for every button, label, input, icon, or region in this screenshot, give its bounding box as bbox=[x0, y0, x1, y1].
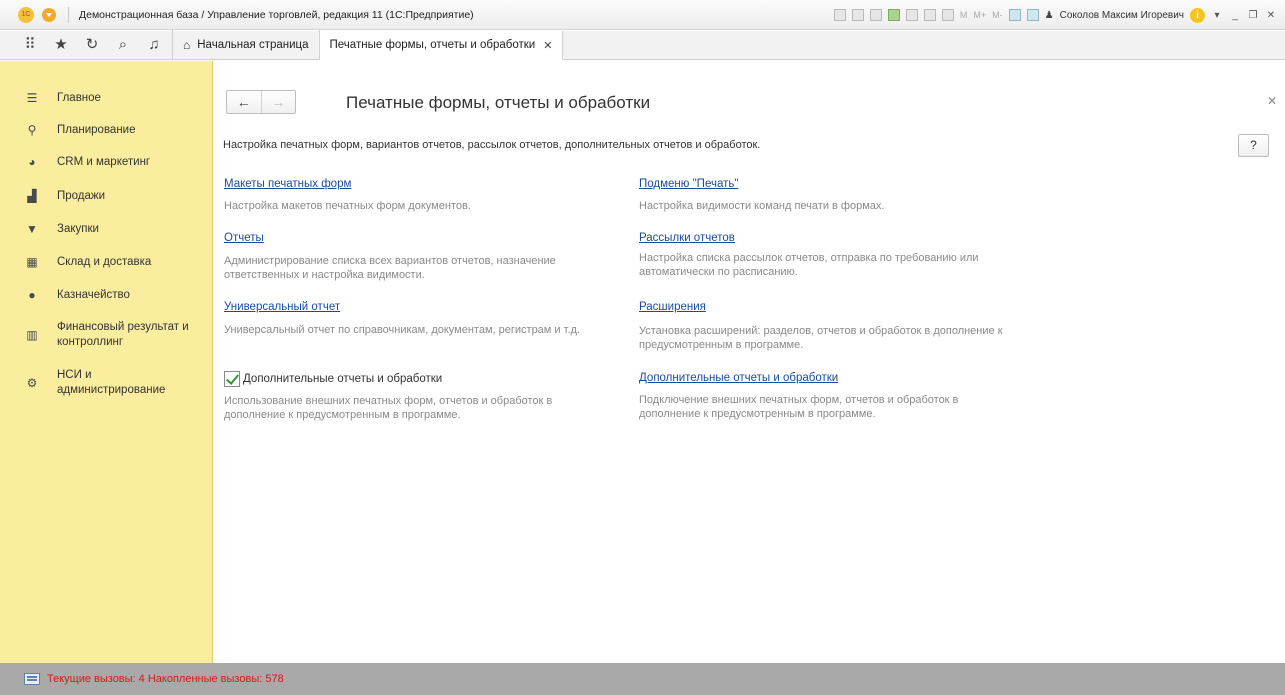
sidebar-item-label: Продажи bbox=[57, 190, 106, 202]
sidebar-item-label: Закупки bbox=[57, 223, 99, 235]
sidebar-item-label: Казначейство bbox=[57, 289, 130, 301]
note-extensions: Установка расширений: разделов, отчетов … bbox=[639, 325, 1003, 351]
link-additional-reports[interactable]: Дополнительные отчеты и обработки bbox=[639, 372, 838, 384]
tab-print-forms-label: Печатные формы, отчеты и обработки bbox=[329, 39, 536, 51]
restore-button[interactable]: ❐ bbox=[1247, 10, 1259, 21]
additional-reports-checkbox-label[interactable]: Дополнительные отчеты и обработки bbox=[243, 373, 442, 385]
minimize-button[interactable]: _ bbox=[1229, 10, 1241, 21]
main-content: ← → Печатные формы, отчеты и обработки ✕… bbox=[214, 61, 1285, 663]
cart-icon: ▼ bbox=[26, 222, 38, 236]
link-print-form-templates[interactable]: Макеты печатных форм bbox=[224, 178, 351, 190]
memory-subtract-button[interactable]: M- bbox=[992, 10, 1003, 20]
favorites-star-icon[interactable]: ★ bbox=[53, 36, 69, 53]
bag-icon: ▟ bbox=[27, 189, 37, 203]
main-menu-button[interactable] bbox=[42, 7, 56, 22]
calculator-icon[interactable] bbox=[923, 9, 936, 21]
sidebar-item-main[interactable]: ☰ Главное bbox=[0, 91, 213, 106]
coin-icon: ● bbox=[28, 288, 36, 302]
page-description: Настройка печатных форм, вариантов отчет… bbox=[223, 139, 761, 151]
print-icon[interactable] bbox=[851, 9, 864, 21]
link-extensions[interactable]: Расширения bbox=[639, 301, 706, 313]
additional-reports-checkbox-row[interactable]: Дополнительные отчеты и обработки bbox=[224, 371, 442, 387]
info-icon[interactable]: i bbox=[1190, 7, 1205, 23]
note-print-form-templates: Настройка макетов печатных форм документ… bbox=[224, 200, 471, 212]
preview-icon[interactable] bbox=[869, 9, 882, 21]
back-button[interactable]: ← bbox=[227, 91, 261, 113]
tab-print-forms[interactable]: Печатные формы, отчеты и обработки ✕ bbox=[319, 31, 564, 60]
sidebar-item-label: Планирование bbox=[57, 124, 136, 136]
navigation-buttons: ← → bbox=[226, 90, 296, 114]
sidebar-item-planning[interactable]: ⚲ Планирование bbox=[0, 123, 213, 138]
notifications-bell-icon[interactable]: ♫ bbox=[146, 36, 162, 53]
status-bar: Текущие вызовы: 4 Накопленные вызовы: 57… bbox=[0, 663, 1285, 695]
additional-reports-checkbox[interactable] bbox=[224, 371, 240, 387]
close-form-icon[interactable]: ✕ bbox=[1267, 94, 1277, 108]
toolbar-icons: ⠿ ★ ↻ ⌕ ♫ bbox=[0, 30, 162, 59]
sidebar-item-finance[interactable]: ▥ Финансовый результат и контроллинг bbox=[0, 320, 213, 350]
panels-icon[interactable] bbox=[1026, 9, 1039, 21]
document-icon[interactable] bbox=[905, 9, 918, 21]
link-universal-report[interactable]: Универсальный отчет bbox=[224, 301, 340, 313]
calendar-icon[interactable] bbox=[941, 9, 954, 21]
sidebar-item-warehouse[interactable]: ▦ Склад и доставка bbox=[0, 255, 213, 270]
tab-bar: ⠿ ★ ↻ ⌕ ♫ ⌂ Начальная страница Печатные … bbox=[0, 30, 1285, 60]
sidebar-item-label: Главное bbox=[57, 92, 101, 104]
sidebar-item-label: Финансовый результат и контроллинг bbox=[57, 321, 189, 348]
window-title: Демонстрационная база / Управление торго… bbox=[79, 8, 474, 21]
history-icon[interactable]: ↻ bbox=[84, 36, 100, 53]
sidebar-item-crm[interactable]: ◕ CRM и маркетинг bbox=[0, 155, 213, 170]
link-report-mailings[interactable]: Рассылки отчетов bbox=[639, 232, 735, 244]
forward-button[interactable]: → bbox=[260, 91, 296, 113]
bar-chart-icon: ▥ bbox=[26, 328, 38, 342]
sidebar-item-admin[interactable]: ⚙ НСИ и администрирование bbox=[0, 368, 213, 398]
note-reports: Администрирование списка всех вариантов … bbox=[224, 255, 556, 281]
sections-sidebar: ☰ Главное ⚲ Планирование ◕ CRM и маркети… bbox=[0, 61, 213, 663]
note-universal-report: Универсальный отчет по справочникам, док… bbox=[224, 324, 580, 336]
sections-grid-icon[interactable]: ⠿ bbox=[22, 36, 38, 53]
user-name[interactable]: Соколов Максим Игоревич bbox=[1060, 10, 1184, 21]
sidebar-item-label: CRM и маркетинг bbox=[57, 156, 151, 168]
planning-icon: ⚲ bbox=[27, 123, 37, 137]
sidebar-item-label: Склад и доставка bbox=[57, 256, 152, 268]
close-window-button[interactable]: ✕ bbox=[1265, 10, 1277, 21]
link-print-submenu[interactable]: Подменю "Печать" bbox=[639, 178, 738, 190]
gear-icon: ⚙ bbox=[26, 376, 38, 390]
sidebar-item-treasury[interactable]: ● Казначейство bbox=[0, 288, 213, 303]
calls-counter-text: Текущие вызовы: 4 Накопленные вызовы: 57… bbox=[47, 673, 284, 685]
upload-icon[interactable] bbox=[887, 9, 900, 21]
link-reports[interactable]: Отчеты bbox=[224, 232, 264, 244]
calls-counter-icon[interactable] bbox=[24, 673, 40, 685]
title-bar: 1C Демонстрационная база / Управление то… bbox=[0, 0, 1285, 30]
home-icon: ⌂ bbox=[183, 37, 191, 52]
save-icon[interactable] bbox=[833, 9, 846, 21]
warehouse-icon: ▦ bbox=[26, 255, 38, 269]
sidebar-item-purchases[interactable]: ▼ Закупки bbox=[0, 222, 213, 237]
app-logo-icon: 1C bbox=[18, 6, 34, 23]
tab-home[interactable]: ⌂ Начальная страница bbox=[173, 30, 320, 59]
user-icon: ♟ bbox=[1044, 9, 1054, 21]
tab-home-label: Начальная страница bbox=[197, 38, 309, 51]
sidebar-item-label: НСИ и администрирование bbox=[57, 369, 166, 396]
title-separator bbox=[68, 6, 69, 23]
note-additional-reports: Подключение внешних печатных форм, отчет… bbox=[639, 394, 959, 420]
title-tools: M M+ M- ♟ Соколов Максим Игоревич i ▾ _ … bbox=[833, 0, 1277, 30]
note-report-mailings: Настройка списка рассылок отчетов, отпра… bbox=[639, 252, 979, 278]
help-button[interactable]: ? bbox=[1238, 134, 1269, 157]
note-additional-reports-usage: Использование внешних печатных форм, отч… bbox=[224, 395, 553, 421]
zoom-icon[interactable] bbox=[1008, 9, 1021, 21]
pie-chart-icon: ◕ bbox=[28, 155, 36, 169]
page-title: Печатные формы, отчеты и обработки bbox=[346, 93, 651, 112]
close-tab-icon[interactable]: ✕ bbox=[543, 39, 552, 52]
dropdown-icon[interactable]: ▾ bbox=[1211, 10, 1223, 21]
sidebar-item-sales[interactable]: ▟ Продажи bbox=[0, 189, 213, 204]
memory-add-button[interactable]: M+ bbox=[973, 10, 986, 20]
memory-m-button[interactable]: M bbox=[960, 10, 968, 20]
search-icon[interactable]: ⌕ bbox=[115, 36, 131, 53]
note-print-submenu: Настройка видимости команд печати в форм… bbox=[639, 200, 885, 212]
menu-icon: ☰ bbox=[26, 91, 38, 105]
